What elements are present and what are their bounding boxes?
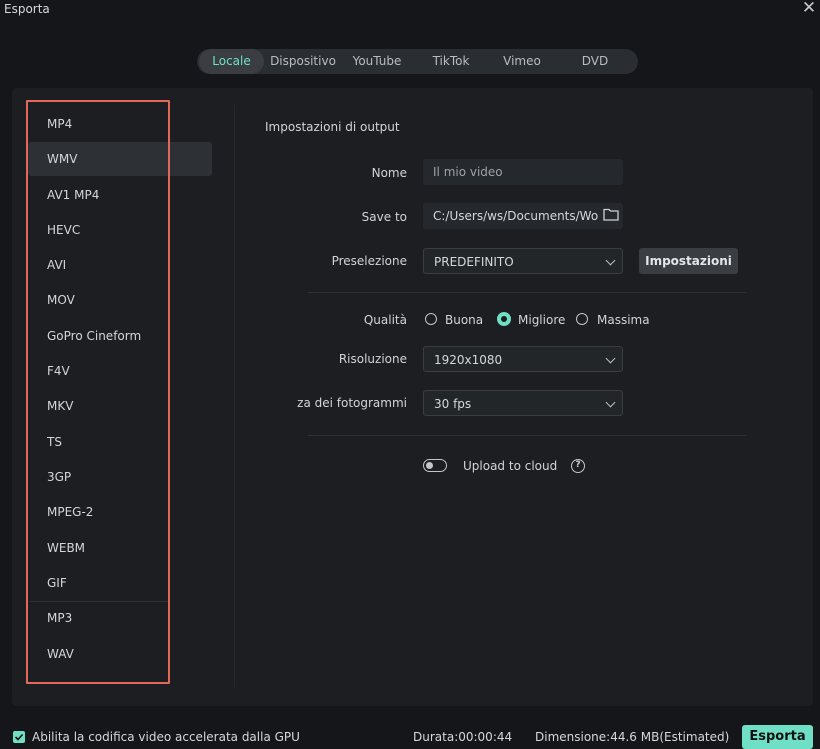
window-title: Esporta bbox=[4, 2, 50, 16]
upload-to-cloud-label: Upload to cloud bbox=[463, 459, 558, 473]
resolution-label: Risoluzione bbox=[338, 352, 407, 366]
output-settings-title: Impostazioni di output bbox=[265, 120, 400, 134]
name-input[interactable]: Il mio video bbox=[423, 159, 623, 185]
name-label: Nome bbox=[371, 166, 407, 180]
tab-vimeo[interactable]: Vimeo bbox=[493, 49, 551, 74]
help-icon[interactable]: ? bbox=[571, 459, 585, 473]
quality-label: Qualità bbox=[363, 313, 407, 327]
chevron-down-icon bbox=[605, 255, 616, 266]
export-tabs: Locale Dispositivo YouTube TikTok Vimeo … bbox=[197, 49, 638, 74]
quality-radio-buona[interactable] bbox=[425, 313, 437, 325]
save-to-path-field[interactable]: C:/Users/ws/Documents/Wo bbox=[423, 203, 623, 229]
settings-button[interactable]: Impostazioni bbox=[639, 248, 738, 274]
frame-rate-dropdown[interactable]: 30 fps bbox=[423, 390, 623, 416]
title-bar: Esporta ✕ bbox=[0, 0, 820, 22]
gpu-label: Abilita la codifica video accelerata dal… bbox=[32, 730, 300, 744]
duration-text: Durata:00:00:44 bbox=[413, 730, 513, 744]
chevron-down-icon bbox=[605, 353, 616, 364]
quality-radio-massima[interactable] bbox=[576, 313, 588, 325]
quality-option-label: Migliore bbox=[518, 313, 566, 327]
preset-label: Preselezione bbox=[331, 254, 407, 268]
gpu-checkbox[interactable] bbox=[13, 731, 25, 743]
frame-rate-value: 30 fps bbox=[434, 397, 472, 411]
folder-icon[interactable] bbox=[603, 208, 619, 221]
tab-locale[interactable]: Locale bbox=[199, 49, 264, 74]
tab-dispositivo[interactable]: Dispositivo bbox=[268, 49, 338, 74]
preset-value: PREDEFINITO bbox=[434, 255, 514, 269]
chevron-down-icon bbox=[605, 397, 616, 408]
close-icon[interactable]: ✕ bbox=[800, 0, 818, 17]
check-icon bbox=[14, 733, 24, 741]
divider bbox=[308, 435, 746, 436]
panel-divider bbox=[234, 105, 235, 687]
quality-option-label: Massima bbox=[597, 313, 650, 327]
tab-youtube[interactable]: YouTube bbox=[345, 49, 409, 74]
frame-rate-label: za dei fotogrammi bbox=[297, 396, 407, 410]
preset-dropdown[interactable]: PREDEFINITO bbox=[423, 248, 623, 274]
export-button[interactable]: Esporta bbox=[742, 725, 813, 749]
quality-radio-migliore[interactable] bbox=[497, 312, 511, 326]
save-to-path-text: C:/Users/ws/Documents/Wo bbox=[433, 209, 599, 223]
divider bbox=[308, 292, 746, 293]
resolution-value: 1920x1080 bbox=[434, 353, 503, 367]
save-to-label: Save to bbox=[361, 210, 407, 224]
quality-option-label: Buona bbox=[445, 313, 484, 327]
upload-to-cloud-toggle[interactable] bbox=[423, 459, 447, 472]
size-text: Dimensione:44.6 MB(Estimated) bbox=[535, 730, 730, 744]
tab-dvd[interactable]: DVD bbox=[567, 49, 623, 74]
tab-tiktok[interactable]: TikTok bbox=[423, 49, 479, 74]
format-list-highlight bbox=[26, 100, 170, 684]
resolution-dropdown[interactable]: 1920x1080 bbox=[423, 346, 623, 372]
